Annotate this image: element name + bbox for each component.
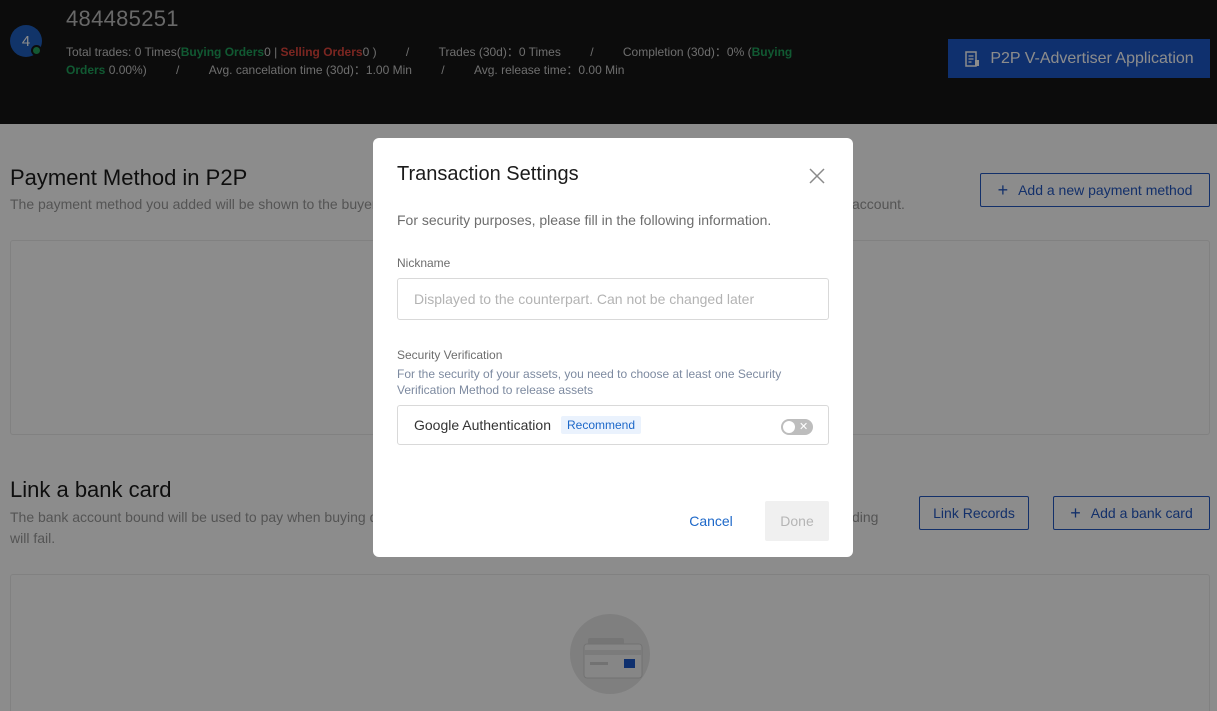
recommend-badge: Recommend <box>561 416 642 434</box>
google-authentication-row: Google Authentication Recommend ✕ <box>397 405 829 445</box>
nickname-label: Nickname <box>397 256 451 270</box>
cancel-button[interactable]: Cancel <box>673 501 749 541</box>
security-verification-label: Security Verification <box>397 348 503 362</box>
toggle-off-icon: ✕ <box>799 421 809 433</box>
security-verification-hint: For the security of your assets, you nee… <box>397 367 782 397</box>
transaction-settings-modal: Transaction Settings For security purpos… <box>373 138 853 557</box>
close-icon[interactable] <box>807 166 827 186</box>
done-button[interactable]: Done <box>765 501 829 541</box>
nickname-input[interactable] <box>397 278 829 320</box>
modal-subtitle: For security purposes, please fill in th… <box>397 212 772 228</box>
google-authentication-label: Google Authentication <box>414 417 551 433</box>
page: 4 484485251 Total trades: 0 Times(Buying… <box>0 0 1217 711</box>
modal-title: Transaction Settings <box>397 163 579 185</box>
toggle-knob <box>783 421 795 433</box>
google-authentication-toggle[interactable]: ✕ <box>781 419 813 435</box>
